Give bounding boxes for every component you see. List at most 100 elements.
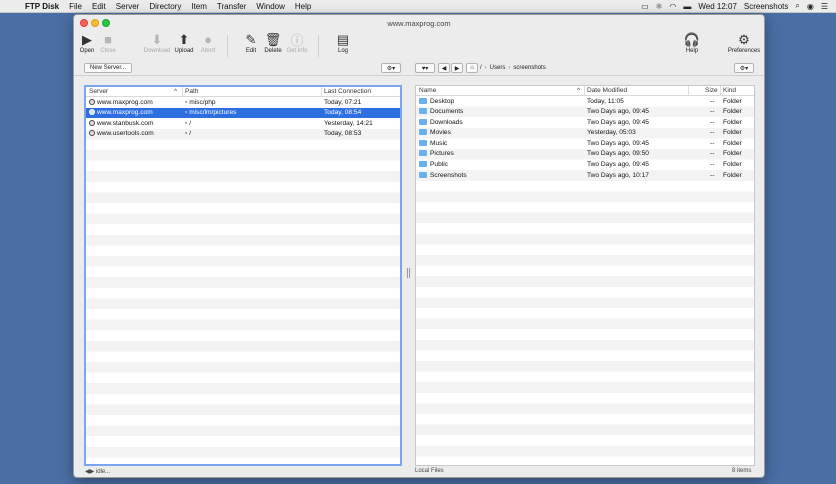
local-file-list[interactable]: Name ^ Date Modified Size Kind Desktop To… [415,85,755,466]
file-row[interactable]: Documents Two Days ago, 09:45 -- Folder [416,107,754,118]
server-row[interactable]: www.usertools.com ▫ / Today, 08:53 [86,129,400,140]
airplay-icon[interactable]: ▭ [641,2,649,11]
column-size[interactable]: Size [705,87,718,94]
pane-splitter-handle[interactable] [407,268,410,278]
column-server[interactable]: Server [89,88,108,95]
sort-icon[interactable]: ^ [174,88,177,95]
item-count: 8 items [732,468,752,474]
forward-button[interactable]: ▶ [451,63,463,73]
server-last-connection: Yesterday, 14:21 [324,119,373,127]
upload-button[interactable]: ⬆ Upload [171,31,197,55]
menu-file[interactable]: File [64,2,87,11]
menu-server[interactable]: Server [111,2,145,11]
file-date: Two Days ago, 09:50 [587,150,649,158]
server-path: misc/lm/pictures [189,109,237,117]
folder-icon [419,161,427,168]
new-server-button[interactable]: New Server... [84,63,132,73]
column-divider [584,86,585,96]
notification-center-icon[interactable]: ☰ [821,2,828,11]
file-kind: Folder [723,150,742,158]
server-row[interactable]: www.stanbusk.com ▫ / Yesterday, 14:21 [86,118,400,129]
upload-label: Upload [174,48,194,54]
breadcrumb-screenshots[interactable]: screenshots [513,65,545,71]
menu-window[interactable]: Window [251,2,289,11]
file-row[interactable]: Downloads Two Days ago, 09:45 -- Folder [416,117,754,128]
abort-icon: ● [204,32,212,47]
log-button[interactable]: ▤ Log [330,31,356,55]
connection-status: ◀▶ idle... [85,468,110,475]
menubar-user[interactable]: Screenshots [744,2,788,11]
menu-transfer[interactable]: Transfer [212,2,252,11]
breadcrumb-users[interactable]: Users [490,65,506,71]
file-size: -- [710,161,715,169]
file-size: -- [710,97,715,105]
server-name: www.maxprog.com [97,98,153,106]
server-row-selected[interactable]: www.maxprog.com ▫ misc/lm/pictures Today… [86,107,400,119]
close-button[interactable]: ■ Close [95,31,121,54]
get-info-button[interactable]: ⓘ Get info [283,31,311,54]
breadcrumb-root[interactable]: / [480,65,482,71]
preferences-button[interactable]: ⚙ Preferences [724,31,764,55]
menu-directory[interactable]: Directory [144,2,186,11]
file-name: Public [430,161,448,169]
file-row[interactable]: Movies Yesterday, 05:03 -- Folder [416,128,754,139]
file-size: -- [710,108,715,116]
title-bar: www.maxprog.com [74,15,764,31]
bluetooth-icon[interactable]: ✱ [656,2,663,11]
server-path: misc/php [189,98,216,106]
menu-edit[interactable]: Edit [87,2,111,11]
file-date: Two Days ago, 09:45 [587,139,649,147]
globe-icon [89,119,95,126]
file-kind: Folder [723,97,742,105]
help-button[interactable]: 🎧 Help [679,31,705,55]
column-name[interactable]: Name [419,87,436,94]
wifi-icon[interactable]: ◠ [669,2,676,11]
file-row[interactable]: Pictures Two Days ago, 09:50 -- Folder [416,149,754,160]
zoom-window-icon[interactable] [102,19,110,27]
minimize-window-icon[interactable] [91,19,99,27]
status-menus: ▭ ✱ ◠ ▬ Wed 12:07 Screenshots ⌕ ◉ ☰ [641,1,836,11]
folder-icon [419,139,427,146]
headset-icon: 🎧 [683,31,701,47]
download-button[interactable]: ⬇ Download [142,31,172,55]
file-size: -- [710,171,715,179]
column-date-modified[interactable]: Date Modified [587,87,627,94]
local-action-menu[interactable]: ⚙▾ [734,63,754,73]
folder-icon [419,108,427,115]
server-list[interactable]: Server ^ Path Last Connection www.maxpro… [84,85,402,466]
file-kind: Folder [723,108,742,116]
abort-button[interactable]: ● Abort [195,31,221,54]
breadcrumb-separator-icon: › [484,65,487,71]
column-last-connection[interactable]: Last Connection [324,88,371,95]
home-icon[interactable]: ⌂ [466,63,478,73]
spotlight-search-icon[interactable]: ⌕ [795,1,799,11]
close-window-icon[interactable] [80,19,88,27]
chevron-right-icon: ▶ [454,65,460,72]
battery-icon[interactable]: ▬ [683,2,691,11]
server-path: / [189,130,192,138]
column-path[interactable]: Path [185,88,198,95]
column-kind[interactable]: Kind [723,87,736,94]
file-row[interactable]: Screenshots Two Days ago, 10:17 -- Folder [416,170,754,181]
siri-icon[interactable]: ◉ [807,2,814,11]
folder-icon [419,129,427,136]
menu-item[interactable]: Item [186,2,212,11]
server-row[interactable]: www.maxprog.com ▫ misc/php Today, 07:21 [86,97,400,108]
sort-icon[interactable]: ^ [577,87,580,94]
file-row[interactable]: Desktop Today, 11:05 -- Folder [416,96,754,107]
menu-help[interactable]: Help [290,2,316,11]
file-list-header: Name ^ Date Modified Size Kind [416,86,754,96]
status-text: idle... [95,469,111,475]
file-size: -- [710,129,715,137]
server-name: www.stanbusk.com [97,119,154,127]
back-button[interactable]: ◀ [438,63,450,73]
menubar-clock[interactable]: Wed 12:07 [698,2,737,11]
server-action-menu[interactable]: ⚙▾ [381,63,401,73]
file-date: Two Days ago, 10:17 [587,171,649,179]
favorites-menu[interactable]: ♥▾ [415,63,435,73]
file-size: -- [710,118,715,126]
file-kind: Folder [723,129,742,137]
file-row[interactable]: Music Two Days ago, 09:45 -- Folder [416,138,754,149]
menu-app-name[interactable]: FTP Disk [20,2,64,11]
file-row[interactable]: Public Two Days ago, 09:45 -- Folder [416,160,754,171]
